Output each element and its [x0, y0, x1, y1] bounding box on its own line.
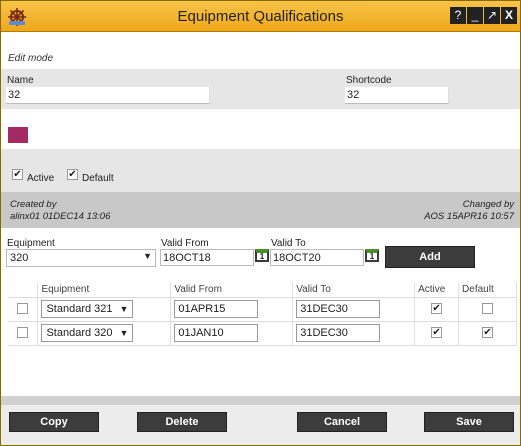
row-default-checkbox[interactable]: ✔	[482, 327, 494, 339]
row-select-checkbox[interactable]	[17, 303, 29, 315]
row-select-checkbox[interactable]	[17, 327, 29, 339]
title-bar: Equipment Qualifications ? _ ↗ X	[1, 1, 520, 32]
cancel-button[interactable]: Cancel	[297, 412, 387, 432]
created-by-label: Created by	[10, 199, 57, 210]
shortcode-label: Shortcode	[346, 75, 392, 86]
row-equipment-select[interactable]: Standard 321 ▼	[41, 300, 134, 318]
help-button[interactable]: ?	[450, 7, 466, 24]
window-title: Equipment Qualifications	[177, 8, 344, 25]
table-row: Standard 321 ▼ 01APR15 31DEC30 ✔	[8, 297, 517, 322]
calendar-icon[interactable]: 1	[365, 249, 379, 262]
footer-toolbar: Copy Delete Cancel Save	[1, 405, 520, 445]
name-label: Name	[7, 75, 34, 86]
row-valid-from-input[interactable]: 01APR15	[174, 300, 259, 318]
equipment-select-value: 320	[10, 252, 29, 264]
equipment-column-header: Equipment	[37, 282, 172, 298]
equipment-label: Equipment	[7, 238, 55, 249]
valid-to-column-header: Valid To	[292, 282, 416, 298]
audit-info: Created by alinx01 01DEC14 13:06 Changed…	[1, 192, 520, 228]
name-section: Name Shortcode	[1, 69, 520, 109]
table-row: Standard 320 ▼ 01JAN10 31DEC30 ✔ ✔	[8, 321, 517, 346]
created-by-value: alinx01 01DEC14 13:06	[10, 211, 111, 222]
chevron-down-icon: ▼	[119, 328, 129, 338]
row-default-checkbox[interactable]	[482, 303, 494, 315]
save-button[interactable]: Save	[424, 412, 514, 432]
select-column-header	[8, 282, 39, 298]
shortcode-input[interactable]	[345, 87, 449, 104]
active-column-header: Active	[414, 282, 460, 298]
close-button[interactable]: X	[501, 7, 517, 24]
row-valid-to-input[interactable]: 31DEC30	[296, 300, 381, 318]
default-column-header: Default	[458, 282, 517, 298]
valid-from-column-header: Valid From	[170, 282, 294, 298]
default-checkbox[interactable]: ✔	[67, 169, 78, 180]
delete-button[interactable]: Delete	[137, 412, 227, 432]
color-swatch[interactable]	[8, 127, 28, 143]
flags-section: ✔ Active ✔ Default	[1, 149, 520, 192]
minimize-button[interactable]: _	[467, 7, 483, 24]
equipment-qualifications-window: Equipment Qualifications ? _ ↗ X Edit mo…	[0, 0, 521, 446]
maximize-button[interactable]: ↗	[484, 7, 500, 24]
row-active-checkbox[interactable]: ✔	[431, 327, 443, 339]
edit-mode-label: Edit mode	[8, 53, 54, 64]
footer-divider	[1, 396, 520, 405]
valid-from-input[interactable]	[160, 249, 254, 266]
row-valid-to-input[interactable]: 31DEC30	[296, 324, 381, 342]
default-label: Default	[82, 173, 114, 184]
valid-to-label: Valid To	[271, 238, 306, 249]
row-valid-from-input[interactable]: 01JAN10	[174, 324, 259, 342]
chevron-down-icon: ▼	[143, 251, 152, 261]
row-equipment-value: Standard 320	[46, 327, 113, 339]
changed-by-value: AOS 15APR16 10:57	[424, 211, 514, 222]
row-equipment-select[interactable]: Standard 320 ▼	[41, 324, 134, 342]
chevron-down-icon: ▼	[119, 304, 129, 314]
active-checkbox[interactable]: ✔	[12, 169, 23, 180]
name-input[interactable]	[6, 87, 210, 104]
row-active-checkbox[interactable]: ✔	[431, 303, 443, 315]
table-header-row: Equipment Valid From Valid To Active Def…	[8, 282, 517, 298]
valid-from-label: Valid From	[161, 238, 209, 249]
changed-by-label: Changed by	[462, 199, 514, 210]
qualifications-table: Equipment Valid From Valid To Active Def…	[8, 282, 517, 346]
row-equipment-value: Standard 321	[46, 303, 113, 315]
calendar-icon[interactable]: 1	[255, 249, 269, 262]
add-button[interactable]: Add	[385, 246, 475, 268]
valid-to-input[interactable]	[270, 249, 364, 266]
active-label: Active	[27, 173, 55, 184]
copy-button[interactable]: Copy	[9, 412, 99, 432]
equipment-select[interactable]: 320 ▼	[6, 249, 156, 267]
